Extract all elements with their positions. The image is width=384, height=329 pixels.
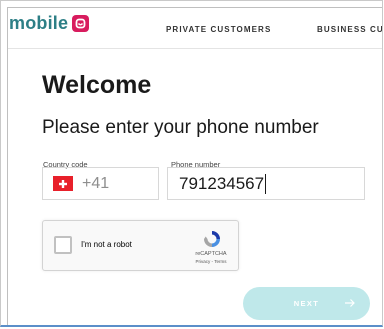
country-code-select[interactable]: +41 xyxy=(42,167,159,200)
page-title: Welcome xyxy=(42,71,152,99)
top-navigation: mobile PRIVATE CUSTOMERS BUSINESS CUS xyxy=(8,8,382,49)
next-button[interactable]: NEXT xyxy=(243,287,370,320)
recaptcha-label: I'm not a robot xyxy=(81,240,132,249)
browser-frame: mobile PRIVATE CUSTOMERS BUSINESS CUS We… xyxy=(0,0,383,327)
brand-badge-icon xyxy=(72,15,90,32)
phone-number-value: 791234567 xyxy=(179,173,265,193)
phone-number-input[interactable]: 791234567 xyxy=(167,167,365,200)
next-button-label: NEXT xyxy=(293,299,320,308)
swiss-flag-icon xyxy=(53,176,73,191)
nav-private-customers[interactable]: PRIVATE CUSTOMERS xyxy=(166,25,271,34)
arrow-right-icon xyxy=(344,296,356,312)
recaptcha-widget: I'm not a robot reCAPTCHA Privacy - Term… xyxy=(42,220,239,271)
nav-business-customers[interactable]: BUSINESS CUS xyxy=(317,25,382,34)
brand-logo[interactable]: mobile xyxy=(9,13,90,34)
text-caret xyxy=(265,173,267,194)
recaptcha-links[interactable]: Privacy - Terms xyxy=(190,259,232,264)
recaptcha-checkbox[interactable] xyxy=(54,236,72,254)
country-code-value: +41 xyxy=(82,174,110,192)
brand-name: mobile xyxy=(9,13,69,33)
recaptcha-brand: reCAPTCHA xyxy=(195,251,227,257)
page-subtitle: Please enter your phone number xyxy=(42,117,319,138)
